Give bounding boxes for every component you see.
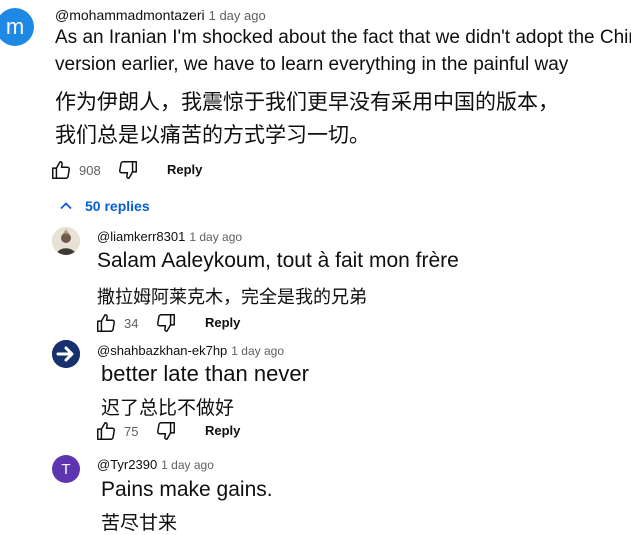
avatar[interactable]: T (52, 455, 80, 483)
thumbs-down-icon (157, 422, 175, 440)
like-count: 34 (124, 316, 139, 331)
avatar[interactable] (52, 340, 80, 368)
reply-author[interactable]: @liamkerr8301 1 day ago (97, 229, 242, 244)
reply-button[interactable]: Reply (205, 423, 240, 438)
reply-text-en: better late than never (101, 361, 309, 386)
reply-timestamp[interactable]: 1 day ago (231, 344, 284, 358)
reply-text-en: Salam Aaleykoum, tout à fait mon frère (97, 249, 459, 272)
author-handle[interactable]: @shahbazkhan-ek7hp (97, 343, 227, 358)
like-button[interactable] (95, 312, 117, 339)
dislike-button[interactable] (155, 420, 177, 447)
replies-count-label: 50 replies (85, 198, 150, 214)
comment-text-zh-line1: 作为伊朗人，我震惊于我们更早没有采用中国的版本， (55, 90, 559, 114)
dislike-button[interactable] (155, 312, 177, 339)
thumbs-up-icon (97, 422, 115, 440)
comment-timestamp[interactable]: 1 day ago (209, 8, 266, 23)
replies-toggle[interactable]: 50 replies (58, 198, 150, 214)
thumbs-up-icon (97, 314, 115, 332)
reply-text-zh: 撒拉姆阿莱克木，完全是我的兄弟 (97, 287, 367, 308)
comment-author[interactable]: @mohammadmontazeri 1 day ago (55, 7, 266, 23)
author-handle[interactable]: @Tyr2390 (97, 457, 157, 472)
profile-photo-icon (52, 227, 80, 255)
reply-timestamp[interactable]: 1 day ago (189, 230, 242, 244)
dislike-button[interactable] (117, 159, 139, 186)
comment-text-en-line1: As an Iranian I'm shocked about the fact… (55, 27, 631, 48)
reply-text-en: Pains make gains. (101, 478, 273, 501)
reply-author[interactable]: @shahbazkhan-ek7hp 1 day ago (97, 343, 284, 358)
like-count: 908 (79, 163, 101, 178)
avatar-letter: m (5, 14, 25, 39)
author-handle[interactable]: @mohammadmontazeri (55, 7, 205, 23)
avatar[interactable] (52, 227, 80, 255)
arrow-logo-icon (52, 340, 80, 368)
comment-text-zh-line2: 我们总是以痛苦的方式学习一切。 (55, 123, 370, 147)
avatar-letter: T (61, 460, 71, 478)
thumbs-down-icon (157, 314, 175, 332)
comment-text-en-line2: version earlier, we have to learn everyt… (55, 54, 569, 75)
thumbs-down-icon (119, 161, 137, 179)
like-count: 75 (124, 424, 139, 439)
author-handle[interactable]: @liamkerr8301 (97, 229, 185, 244)
like-button[interactable] (50, 159, 72, 186)
reply-button[interactable]: Reply (167, 162, 202, 177)
chevron-up-icon (60, 202, 72, 210)
reply-button[interactable]: Reply (205, 315, 240, 330)
reply-text-zh: 苦尽甘来 (101, 512, 178, 534)
reply-text-zh: 迟了总比不做好 (101, 397, 235, 419)
avatar[interactable]: m (0, 8, 34, 46)
like-button[interactable] (95, 420, 117, 447)
reply-timestamp[interactable]: 1 day ago (161, 458, 214, 472)
reply-author[interactable]: @Tyr2390 1 day ago (97, 457, 214, 472)
thumbs-up-icon (52, 161, 70, 179)
